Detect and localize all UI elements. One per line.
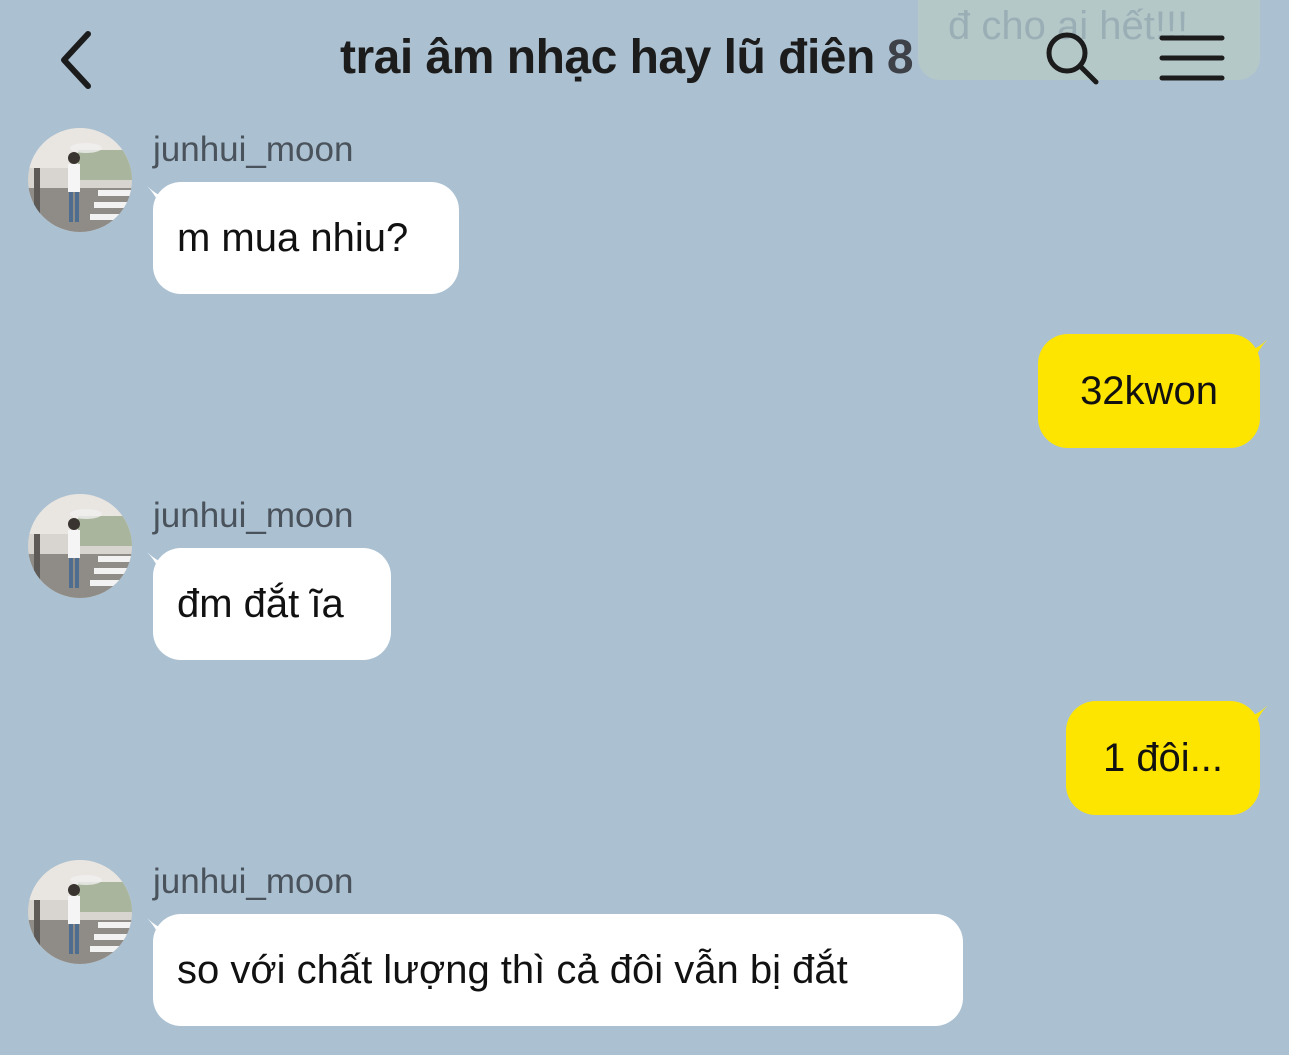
avatar[interactable] (28, 494, 132, 598)
avatar[interactable] (28, 128, 132, 232)
avatar-image (28, 494, 132, 598)
chat-header: đ cho ai hết!!! trai âm nhạc hay lũ điên… (0, 0, 1289, 122)
search-icon (1046, 32, 1099, 85)
message-bubble-incoming[interactable]: m mua nhiu? (153, 182, 459, 294)
message-bubble-incoming[interactable]: so với chất lượng thì cả đôi vẫn bị đắt (153, 914, 963, 1026)
member-count: 8 (886, 31, 914, 84)
message-text: so với chất lượng thì cả đôi vẫn bị đắt (177, 947, 848, 992)
message-text: m mua nhiu? (177, 215, 409, 260)
avatar[interactable] (28, 860, 132, 964)
chat-title-text: trai âm nhạc hay lũ điên (340, 31, 875, 84)
sender-name: junhui_moon (153, 130, 354, 169)
chevron-left-icon (61, 31, 91, 89)
message-text: đm đắt ĩa (177, 581, 344, 626)
message-text: 1 đôi... (1102, 735, 1224, 780)
menu-button[interactable] (1158, 30, 1228, 86)
message-bubble-outgoing[interactable]: 1 đôi... (1066, 701, 1260, 815)
search-button[interactable] (1040, 26, 1104, 90)
message-text: 32kwon (1080, 368, 1218, 413)
sender-name: junhui_moon (153, 496, 354, 535)
message-bubble-outgoing[interactable]: 32kwon (1038, 334, 1260, 448)
avatar-image (28, 128, 132, 232)
chat-title: trai âm nhạc hay lũ điên 8 (340, 30, 914, 85)
sender-name: junhui_moon (153, 862, 354, 901)
avatar-image (28, 860, 132, 964)
hamburger-menu-icon (1159, 35, 1225, 81)
message-bubble-incoming[interactable]: đm đắt ĩa (153, 548, 391, 660)
back-button[interactable] (52, 24, 112, 94)
